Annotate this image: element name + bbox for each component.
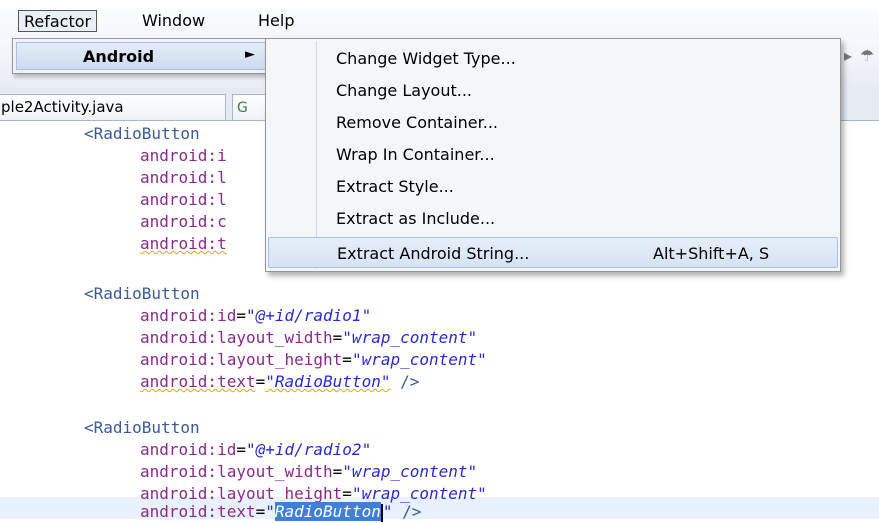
menu-item-change-layout[interactable]: Change Layout...	[268, 75, 838, 106]
menu-bar: Refactor Window Help	[0, 0, 879, 38]
menu-item-extract-as-include[interactable]: Extract as Include...	[268, 203, 838, 234]
menu-window[interactable]: Window	[137, 10, 210, 32]
menu-item-remove-container[interactable]: Remove Container...	[268, 107, 838, 138]
menu-item-android-label: Android	[83, 47, 155, 66]
menu-item-extract-android-string[interactable]: Extract Android String... Alt+Shift+A, S	[268, 237, 838, 268]
code-line: android:layout_height="wrap_content"	[140, 350, 487, 369]
tab-java-file[interactable]: ple2Activity.java	[0, 94, 226, 120]
menu-item-shortcut: Alt+Shift+A, S	[653, 244, 770, 263]
xml-file-icon: G	[237, 100, 248, 116]
menu-help[interactable]: Help	[253, 10, 299, 32]
selected-text[interactable]: RadioButton	[274, 502, 381, 521]
code-line: <RadioButton	[84, 284, 200, 303]
code-line: <RadioButton	[84, 124, 200, 143]
code-line: android:layout_width="wrap_content"	[140, 462, 478, 481]
code-line: <RadioButton	[84, 418, 200, 437]
code-line: android:l	[140, 190, 227, 209]
menu-item-extract-style[interactable]: Extract Style...	[268, 171, 838, 202]
code-line: android:text="RadioButton" />	[140, 502, 422, 522]
code-line: android:layout_width="wrap_content"	[140, 328, 478, 347]
code-line: android:t	[140, 234, 227, 253]
tab-java-label: ple2Activity.java	[1, 98, 124, 116]
menu-item-wrap-in-container[interactable]: Wrap In Container...	[268, 139, 838, 170]
code-line: android:i	[140, 146, 227, 165]
menu-item-change-widget-type[interactable]: Change Widget Type...	[268, 43, 838, 74]
code-line: android:c	[140, 212, 227, 231]
android-submenu: Change Widget Type... Change Layout... R…	[265, 38, 841, 272]
menu-item-android[interactable]: Android ►	[16, 42, 266, 70]
refactor-menu: Android ►	[12, 38, 270, 74]
toolbar-dropdown-icon[interactable]: ▸	[844, 46, 852, 65]
code-line: android:id="@+id/radio2"	[140, 440, 372, 459]
code-line: android:text="RadioButton" />	[140, 372, 420, 391]
code-line: android:id="@+id/radio1"	[140, 306, 372, 325]
submenu-arrow-icon: ►	[245, 47, 255, 62]
code-line: android:l	[140, 168, 227, 187]
menu-refactor[interactable]: Refactor	[18, 10, 98, 32]
toolbar-tool-icon[interactable]: ☂	[860, 46, 874, 65]
